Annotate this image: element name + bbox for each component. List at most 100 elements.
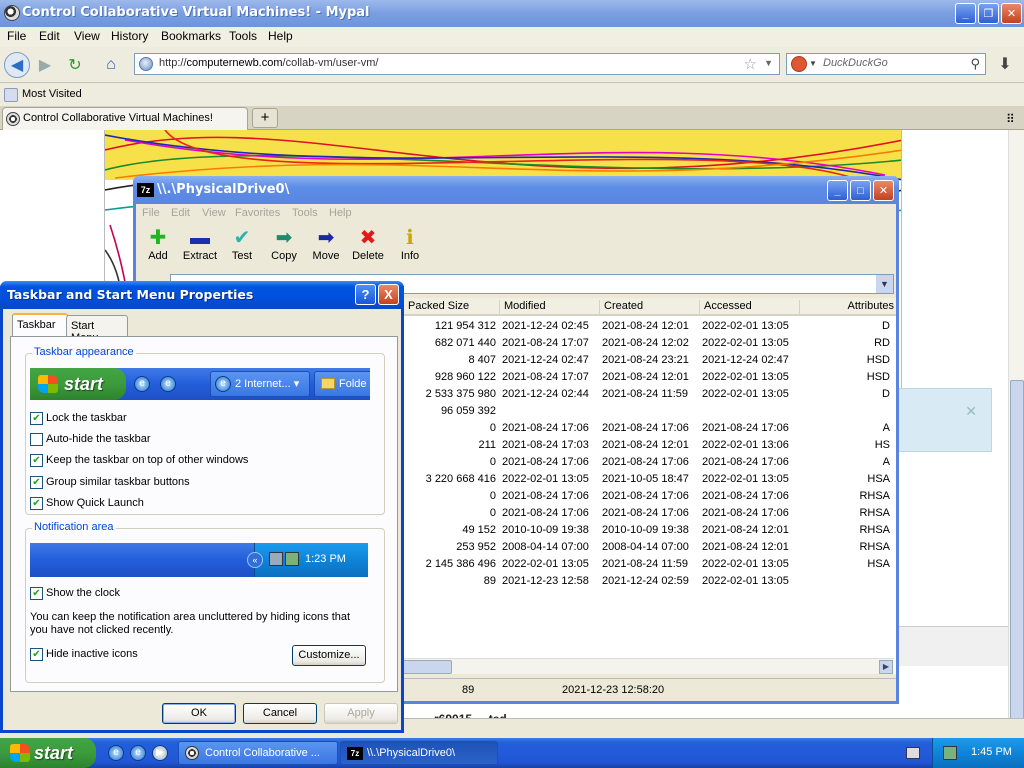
search-bar[interactable]: ▼ DuckDuckGo ⚲ — [786, 53, 986, 75]
7zip-menu-edit[interactable]: Edit — [171, 207, 190, 219]
media-player-icon[interactable]: ▶ — [152, 745, 168, 761]
hscroll-thumb[interactable] — [398, 660, 452, 674]
minus-icon: ▬ — [190, 227, 210, 249]
info-button[interactable]: ℹ Info — [388, 226, 432, 272]
page-scrollbar[interactable] — [1008, 130, 1024, 730]
home-icon[interactable]: ⌂ — [98, 52, 124, 78]
new-tab-button[interactable]: + — [252, 108, 278, 128]
col-attributes[interactable]: Attributes — [804, 300, 894, 314]
7zip-maximize-button[interactable]: □ — [850, 180, 871, 201]
navigation-toolbar: ◀ ▶ ↻ ⌂ http://computernewb.com/collab-v… — [0, 47, 1024, 83]
dialog-close-button[interactable]: X — [378, 284, 399, 305]
start-button[interactable]: start — [0, 738, 96, 768]
clock[interactable]: 1:45 PM — [971, 746, 1012, 758]
customize-button[interactable]: Customize... — [292, 645, 366, 666]
download-icon[interactable]: ⬇ — [992, 52, 1018, 76]
7zip-minimize-button[interactable]: _ — [827, 180, 848, 201]
close-button[interactable]: ✕ — [1001, 3, 1022, 24]
7zip-menu-help[interactable]: Help — [329, 207, 352, 219]
tab-taskbar[interactable]: Taskbar — [12, 313, 68, 337]
back-icon[interactable]: ◀ — [4, 52, 30, 78]
check-mark-icon[interactable]: ✔ — [30, 497, 43, 510]
cell-accessed: 2022-02-01 13:05 — [702, 320, 789, 332]
7zip-menu-file[interactable]: File — [142, 207, 160, 219]
check-mark-icon[interactable]: ✔ — [30, 454, 43, 467]
forward-icon[interactable]: ▶ — [32, 52, 58, 78]
menu-view[interactable]: View — [74, 29, 100, 43]
cell-accessed: 2022-02-01 13:05 — [702, 558, 789, 570]
task-7zip[interactable]: 7z \\.\PhysicalDrive0\ — [340, 741, 498, 765]
dialog-title-bar[interactable]: Taskbar and Start Menu Properties ? X — [0, 281, 404, 309]
tab-title: Control Collaborative Virtual Machines! — [23, 112, 213, 124]
ok-button[interactable]: OK — [162, 703, 236, 724]
tray-preview-time: 1:23 PM — [305, 553, 346, 565]
menu-edit[interactable]: Edit — [39, 29, 60, 43]
cancel-button[interactable]: Cancel — [243, 703, 317, 724]
tab-collabvm[interactable]: Control Collaborative Virtual Machines! — [2, 107, 248, 130]
7zip-title-bar[interactable]: 7z \\.\PhysicalDrive0\ _ □ ✕ — [133, 176, 899, 204]
tab-groups-icon[interactable]: ⠿ — [1006, 112, 1015, 126]
url-dropdown-icon[interactable]: ▼ — [764, 58, 773, 68]
check-mark-icon[interactable]: ✔ — [30, 587, 43, 600]
move-button[interactable]: ➡ Move — [304, 226, 348, 272]
tray-expand-icon: « — [247, 552, 263, 568]
cell-attributes: A — [882, 456, 890, 468]
7zip-close-button[interactable]: ✕ — [873, 180, 894, 201]
search-engine-dropdown-icon[interactable]: ▼ — [809, 59, 817, 68]
address-dropdown-icon[interactable]: ▼ — [876, 275, 893, 293]
menu-bookmarks[interactable]: Bookmarks — [161, 29, 221, 43]
keyboard-icon[interactable] — [906, 747, 920, 759]
bookmark-star-icon[interactable]: ☆ — [744, 55, 757, 73]
7zip-menu-view[interactable]: View — [202, 207, 226, 219]
test-button[interactable]: ✔ Test — [220, 226, 264, 272]
cell-attributes: RHSA — [859, 541, 890, 553]
help-button[interactable]: ? — [355, 284, 376, 305]
menu-tools[interactable]: Tools — [229, 29, 257, 43]
browser-task-icon — [185, 746, 199, 760]
bookmark-most-visited[interactable]: Most Visited — [22, 88, 82, 100]
page-scroll-thumb[interactable] — [1010, 380, 1024, 730]
cell-packed-size: 0 — [489, 422, 496, 434]
reload-icon[interactable]: ↻ — [62, 52, 88, 78]
task-browser[interactable]: Control Collaborative ... — [178, 741, 338, 765]
site-identity-icon[interactable] — [139, 57, 153, 71]
browser-title-bar[interactable]: Control Collaborative Virtual Machines! … — [0, 0, 1024, 27]
notice-close-icon[interactable]: ✕ — [965, 403, 977, 420]
cell-attributes: RHSA — [859, 524, 890, 536]
cell-created: 2021-08-24 12:01 — [602, 320, 689, 332]
arrow-right-icon: ➡ — [317, 227, 335, 249]
search-placeholder: DuckDuckGo — [823, 57, 888, 69]
7zip-toolbar: ✚ Add ▬ Extract ✔ Test ➡ Copy ➡ Move ✖ Delete … — [136, 224, 896, 272]
scroll-right-icon[interactable]: ▶ — [879, 660, 893, 674]
check-mark-icon[interactable]: ✔ — [30, 476, 43, 489]
apply-button[interactable]: Apply — [324, 703, 398, 724]
tray-network-icon[interactable] — [943, 746, 957, 760]
col-accessed[interactable]: Accessed — [704, 300, 800, 314]
tab-start-menu[interactable]: Start Menu — [66, 315, 128, 344]
check-mark-icon[interactable]: ✔ — [30, 648, 43, 661]
url-bar[interactable]: http://computernewb.com/collab-vm/user-v… — [134, 53, 780, 75]
copy-button[interactable]: ➡ Copy — [262, 226, 306, 272]
delete-button[interactable]: ✖ Delete — [346, 226, 390, 272]
cell-created: 2021-10-05 18:47 — [602, 473, 689, 485]
menu-help[interactable]: Help — [268, 29, 293, 43]
col-created[interactable]: Created — [604, 300, 700, 314]
ie-quicklaunch-icon[interactable]: e — [108, 745, 124, 761]
duckduckgo-icon[interactable] — [791, 56, 807, 72]
col-modified[interactable]: Modified — [504, 300, 600, 314]
bookmarks-toolbar: Most Visited — [0, 84, 1024, 106]
col-packed-size[interactable]: Packed Size — [408, 300, 500, 314]
7zip-menu-tools[interactable]: Tools — [292, 207, 318, 219]
add-button[interactable]: ✚ Add — [136, 226, 180, 272]
outlook-quicklaunch-icon[interactable]: e — [130, 745, 146, 761]
menu-file[interactable]: File — [7, 29, 26, 43]
7zip-menu-favorites[interactable]: Favorites — [235, 207, 280, 219]
check-mark-icon[interactable]: ✔ — [30, 412, 43, 425]
search-icon[interactable]: ⚲ — [970, 56, 980, 72]
extract-button[interactable]: ▬ Extract — [178, 226, 222, 272]
menu-history[interactable]: History — [111, 29, 148, 43]
minimize-button[interactable]: _ — [955, 3, 976, 24]
restore-button[interactable]: ❐ — [978, 3, 999, 24]
cell-modified: 2021-08-24 17:06 — [502, 490, 589, 502]
cell-accessed: 2022-02-01 13:05 — [702, 371, 789, 383]
